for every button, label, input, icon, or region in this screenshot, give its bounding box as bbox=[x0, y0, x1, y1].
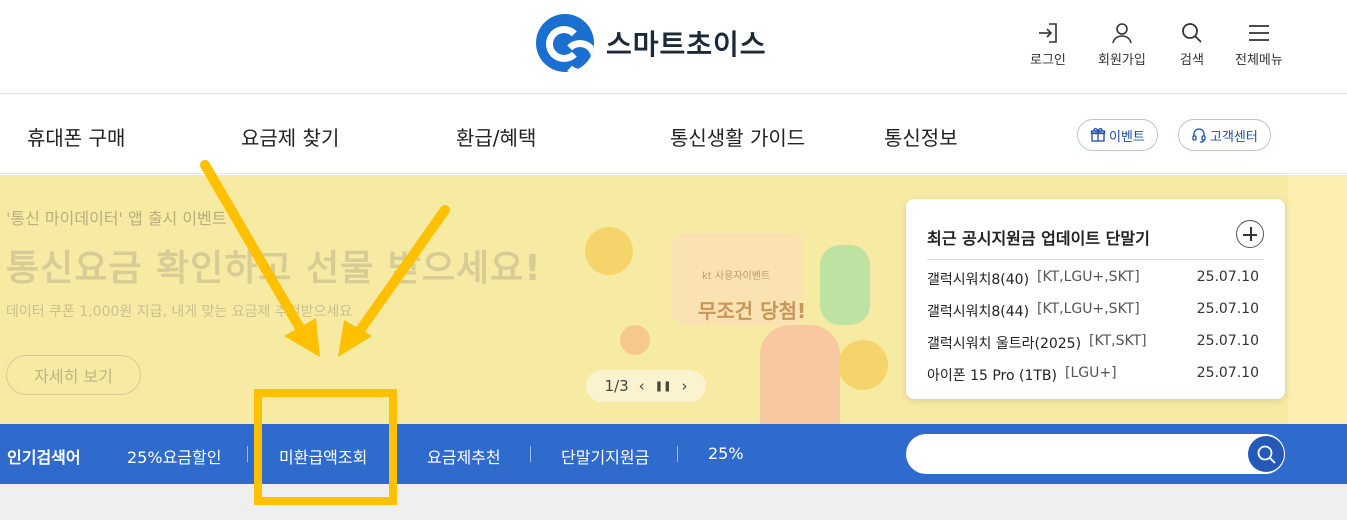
pager-count: 1/3 bbox=[604, 377, 629, 395]
all-menu-label: 전체메뉴 bbox=[1235, 53, 1283, 68]
user-icon bbox=[1112, 23, 1132, 44]
device-carriers: [KT,LGU+,SKT] bbox=[1037, 269, 1140, 285]
device-date: 25.07.10 bbox=[1196, 333, 1259, 349]
keyword-search-button[interactable] bbox=[1248, 436, 1284, 472]
logo-mark-icon bbox=[536, 14, 594, 72]
customer-center-button[interactable]: 고객센터 bbox=[1178, 119, 1271, 151]
login-icon bbox=[1038, 23, 1057, 43]
device-carriers: [KT,SKT] bbox=[1089, 333, 1147, 349]
device-name: 갤럭시워치 울트라(2025) bbox=[927, 336, 1082, 352]
search-label: 검색 bbox=[1180, 53, 1204, 68]
event-label: 이벤트 bbox=[1109, 129, 1145, 145]
subsidy-row[interactable]: 갤럭시워치8(44) [KT,LGU+,SKT] 25.07.10 bbox=[927, 301, 1259, 323]
logo-text: 스마트초이스 bbox=[606, 28, 767, 61]
prize-card-text: 무조건 당첨! bbox=[698, 299, 807, 323]
keyword-search-box bbox=[906, 434, 1285, 474]
subsidy-row[interactable]: 아이폰 15 Pro (1TB) [LGU+] 25.07.10 bbox=[927, 365, 1259, 387]
keyword-link[interactable]: 단말기지원금 bbox=[561, 444, 649, 468]
banner-subtitle: '통신 마이데이터' 앱 출시 이벤트 bbox=[6, 209, 227, 228]
phone-decoration bbox=[820, 245, 870, 325]
plus-icon[interactable] bbox=[1236, 220, 1264, 248]
banner-title: 통신요금 확인하고 선물 받으세요! bbox=[6, 248, 542, 289]
popular-keywords-bar: 인기검색어 25%요금할인 미환급액조회 요금제추천 단말기지원금 25% bbox=[0, 424, 1347, 484]
event-button[interactable]: 이벤트 bbox=[1077, 119, 1158, 151]
all-menu-link[interactable]: 전체메뉴 bbox=[1235, 20, 1283, 68]
popular-keywords-label: 인기검색어 bbox=[7, 448, 81, 467]
banner-description: 데이터 쿠폰 1,000원 지급, 내게 맞는 요금제 추천받으세요 bbox=[6, 304, 353, 320]
nav-refund-benefit[interactable]: 환급/혜택 bbox=[456, 122, 536, 151]
hand-decoration bbox=[760, 325, 840, 425]
device-date: 25.07.10 bbox=[1196, 301, 1259, 317]
nav-phone-purchase[interactable]: 휴대폰 구매 bbox=[27, 122, 125, 151]
device-carriers: [LGU+] bbox=[1065, 365, 1117, 381]
subsidy-card-title: 최근 공시지원금 업데이트 단말기 bbox=[927, 229, 1150, 248]
subsidy-row[interactable]: 갤럭시워치8(40) [KT,LGU+,SKT] 25.07.10 bbox=[927, 269, 1259, 291]
login-label: 로그인 bbox=[1030, 53, 1066, 68]
signup-label: 회원가입 bbox=[1098, 53, 1146, 68]
device-name: 아이폰 15 Pro (1TB) bbox=[927, 368, 1058, 384]
keyword-separator bbox=[530, 446, 531, 462]
headset-icon bbox=[1192, 128, 1206, 143]
menu-icon bbox=[1248, 25, 1269, 41]
signup-link[interactable]: 회원가입 bbox=[1098, 20, 1146, 68]
next-slide-icon[interactable]: › bbox=[681, 377, 687, 395]
prev-slide-icon[interactable]: ‹ bbox=[639, 377, 645, 395]
gift-icon bbox=[1090, 127, 1106, 142]
subsidy-update-card: 최근 공시지원금 업데이트 단말기 갤럭시워치8(40) [KT,LGU+,SK… bbox=[906, 199, 1285, 399]
device-carriers: [KT,LGU+,SKT] bbox=[1037, 301, 1140, 317]
search-link[interactable]: 검색 bbox=[1179, 20, 1205, 68]
page: 스마트초이스 로그인 회원가입 검색 전체메뉴 휴대폰 구매 요금제 찾기 환급… bbox=[0, 0, 1347, 520]
coin-decoration bbox=[838, 340, 888, 390]
device-name: 갤럭시워치8(44) bbox=[927, 304, 1030, 320]
customer-center-label: 고객센터 bbox=[1210, 129, 1258, 145]
keyword-link[interactable]: 25%요금할인 bbox=[127, 444, 221, 468]
keyword-separator bbox=[677, 446, 678, 462]
device-date: 25.07.10 bbox=[1196, 269, 1259, 285]
nav-telecom-info[interactable]: 통신정보 bbox=[884, 122, 958, 151]
banner-pager: 1/3 ‹ ❚❚ › bbox=[586, 370, 706, 402]
keyword-link[interactable]: 25% bbox=[708, 444, 744, 463]
search-icon bbox=[1257, 445, 1276, 464]
keyword-link[interactable]: 요금제추천 bbox=[427, 444, 501, 468]
banner-detail-button[interactable]: 자세히 보기 bbox=[6, 355, 141, 395]
site-header: 스마트초이스 로그인 회원가입 검색 전체메뉴 bbox=[0, 0, 1347, 94]
keyword-separator bbox=[247, 446, 248, 462]
highlight-box bbox=[254, 389, 397, 505]
nav-telecom-guide[interactable]: 통신생활 가이드 bbox=[670, 122, 805, 151]
divider bbox=[927, 259, 1264, 260]
content-area bbox=[0, 484, 1347, 520]
device-name: 갤럭시워치8(40) bbox=[927, 272, 1030, 288]
search-icon bbox=[1182, 23, 1202, 43]
coin-decoration bbox=[620, 325, 650, 355]
logo[interactable]: 스마트초이스 bbox=[536, 14, 767, 72]
main-navigation: 휴대폰 구매 요금제 찾기 환급/혜택 통신생활 가이드 통신정보 이벤트 고객… bbox=[0, 94, 1347, 174]
device-date: 25.07.10 bbox=[1196, 365, 1259, 381]
keyword-search-input[interactable] bbox=[926, 442, 1236, 466]
login-link[interactable]: 로그인 bbox=[1030, 20, 1066, 68]
coin-decoration bbox=[585, 227, 633, 275]
nav-plan-finder[interactable]: 요금제 찾기 bbox=[241, 122, 339, 151]
pause-icon[interactable]: ❚❚ bbox=[655, 381, 672, 392]
subsidy-row[interactable]: 갤럭시워치 울트라(2025) [KT,SKT] 25.07.10 bbox=[927, 333, 1259, 355]
prize-card-small-text: kt 사용자이벤트 bbox=[702, 271, 771, 282]
